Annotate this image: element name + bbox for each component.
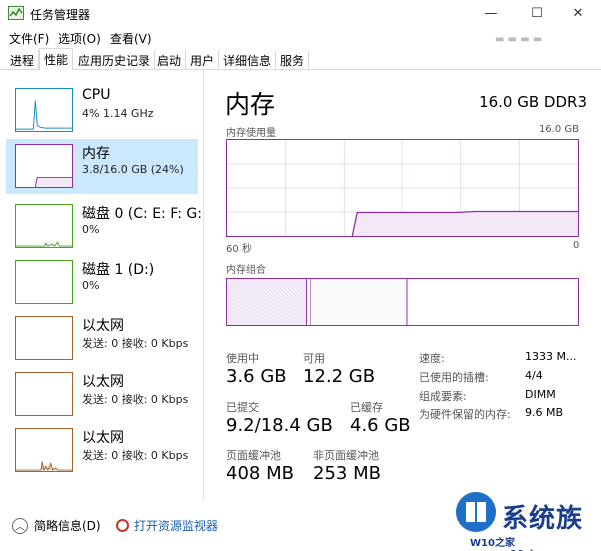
- memory-thumbnail: [15, 144, 73, 188]
- watermark-text: 系统族: [502, 504, 584, 534]
- watermark-url: W10之家 www.w10zj.com: [470, 538, 560, 551]
- menu-view[interactable]: 查看(V): [110, 30, 152, 47]
- tab-app-history[interactable]: 应用历史记录: [74, 50, 156, 70]
- fewer-details-button[interactable]: ︿ 简略信息(D): [12, 517, 101, 534]
- sidebar-item-disk-0[interactable]: 磁盘 0 (C: E: F: G: 0%: [6, 199, 202, 254]
- menu-options[interactable]: 选项(O): [58, 30, 101, 47]
- tab-details[interactable]: 详细信息: [219, 50, 277, 70]
- stat-paged-pool-value: 408 MB: [226, 463, 294, 484]
- detail-slots-key: 已使用的插槽:: [419, 371, 489, 384]
- tab-startup[interactable]: 启动: [153, 50, 187, 70]
- site-watermark: 系统族 W10之家 www.w10zj.com: [446, 488, 598, 551]
- usage-graph-max: 16.0 GB: [538, 124, 579, 135]
- title-bar: 任务管理器 — ☐ ✕: [0, 0, 601, 27]
- windows-logo-icon: [456, 492, 496, 532]
- detail-hw-reserved-value: 9.6 MB: [525, 406, 564, 419]
- sidebar-item-label: 以太网: [82, 374, 124, 390]
- minimize-button[interactable]: —: [468, 0, 514, 27]
- ethernet1-thumbnail: [15, 316, 73, 360]
- stat-cached-value: 4.6 GB: [350, 415, 411, 436]
- sidebar-item-label: 磁盘 1 (D:): [82, 262, 155, 278]
- tab-users[interactable]: 用户: [186, 50, 220, 70]
- sidebar-item-sub: 3.8/16.0 GB (24%): [82, 163, 184, 176]
- tab-services[interactable]: 服务: [276, 50, 310, 70]
- window-title: 任务管理器: [30, 8, 91, 22]
- disk1-thumbnail: [15, 260, 73, 304]
- memory-spec: 16.0 GB DDR3: [479, 93, 587, 111]
- stat-nonpaged-pool-value: 253 MB: [313, 463, 381, 484]
- stat-paged-pool-label: 页面缓冲池: [226, 449, 281, 462]
- tab-performance[interactable]: 性能: [39, 48, 74, 71]
- stat-in-use-label: 使用中: [226, 352, 259, 365]
- sidebar-item-sub: 4% 1.14 GHz: [82, 107, 154, 120]
- fewer-details-label: 简略信息(D): [34, 519, 101, 533]
- sidebar-item-sub: 0%: [82, 279, 100, 292]
- sidebar-item-disk-1[interactable]: 磁盘 1 (D:) 0%: [6, 255, 198, 310]
- performance-sidebar: CPU 4% 1.14 GHz 内存 3.8/16.0 GB (24%) 磁盘 …: [0, 71, 204, 501]
- stat-nonpaged-pool-label: 非页面缓冲池: [313, 449, 379, 462]
- memory-usage-graph: [226, 139, 579, 237]
- detail-speed-key: 速度:: [419, 352, 445, 365]
- detail-speed-value: 1333 M...: [525, 350, 577, 363]
- task-manager-icon: [8, 6, 24, 20]
- sidebar-item-sub: 发送: 0 接收: 0 Kbps: [82, 337, 189, 350]
- ethernet2-thumbnail: [15, 372, 73, 416]
- memory-composition-bar: [226, 278, 579, 326]
- page-title: 内存: [225, 90, 276, 119]
- close-button[interactable]: ✕: [555, 0, 601, 27]
- cpu-thumbnail: [15, 88, 73, 132]
- sidebar-item-sub: 发送: 0 接收: 0 Kbps: [82, 393, 189, 406]
- sidebar-item-ethernet-2[interactable]: 以太网 发送: 0 接收: 0 Kbps: [6, 367, 198, 422]
- chevron-up-icon: ︿: [12, 517, 28, 534]
- ethernet3-thumbnail: [15, 428, 73, 472]
- sidebar-item-ethernet-1[interactable]: 以太网 发送: 0 接收: 0 Kbps: [6, 311, 198, 366]
- resource-monitor-icon: [116, 519, 129, 532]
- detail-form-factor-key: 组成要素:: [419, 390, 467, 403]
- memory-detail-panel: 内存 16.0 GB DDR3 内存使用量 16.0 GB 60 秒 0 内存组…: [205, 71, 601, 501]
- stat-cached-label: 已缓存: [350, 401, 383, 414]
- sidebar-item-label: 以太网: [82, 430, 124, 446]
- open-resource-monitor-label: 打开资源监视器: [134, 519, 219, 533]
- detail-form-factor-value: DIMM: [525, 388, 556, 401]
- stat-available-label: 可用: [303, 352, 325, 365]
- stat-committed-label: 已提交: [226, 401, 259, 414]
- stat-in-use-value: 3.6 GB: [226, 366, 287, 387]
- disk0-thumbnail: [15, 204, 73, 248]
- maximize-button[interactable]: ☐: [514, 0, 560, 27]
- sidebar-item-ethernet-3[interactable]: 以太网 发送: 0 接收: 0 Kbps: [6, 423, 198, 478]
- sidebar-item-sub: 0%: [82, 223, 100, 236]
- faded-watermark-glyph: ▬ ▬ ▬ ▬: [495, 34, 543, 45]
- stat-committed-value: 9.2/18.4 GB: [226, 415, 333, 436]
- detail-hw-reserved-key: 为硬件保留的内存:: [419, 408, 511, 421]
- sidebar-item-memory[interactable]: 内存 3.8/16.0 GB (24%): [6, 139, 198, 194]
- detail-slots-value: 4/4: [525, 369, 543, 382]
- sidebar-item-label: 以太网: [82, 318, 124, 334]
- sidebar-item-label: CPU: [82, 87, 111, 103]
- time-axis-left: 60 秒: [226, 244, 252, 255]
- open-resource-monitor-link[interactable]: 打开资源监视器: [116, 517, 218, 534]
- tab-processes[interactable]: 进程: [6, 50, 40, 70]
- sidebar-item-label: 内存: [82, 146, 110, 162]
- sidebar-item-sub: 发送: 0 接收: 0 Kbps: [82, 449, 189, 462]
- tab-bar: 进程 性能 应用历史记录 启动 用户 详细信息 服务: [0, 48, 601, 71]
- stat-available-value: 12.2 GB: [303, 366, 376, 387]
- usage-graph-label: 内存使用量: [226, 128, 276, 139]
- menu-file[interactable]: 文件(F): [9, 30, 49, 47]
- sidebar-item-cpu[interactable]: CPU 4% 1.14 GHz: [6, 83, 198, 138]
- time-axis-right: 0: [573, 240, 580, 251]
- composition-label: 内存组合: [226, 265, 266, 276]
- sidebar-item-label: 磁盘 0 (C: E: F: G:: [82, 206, 202, 222]
